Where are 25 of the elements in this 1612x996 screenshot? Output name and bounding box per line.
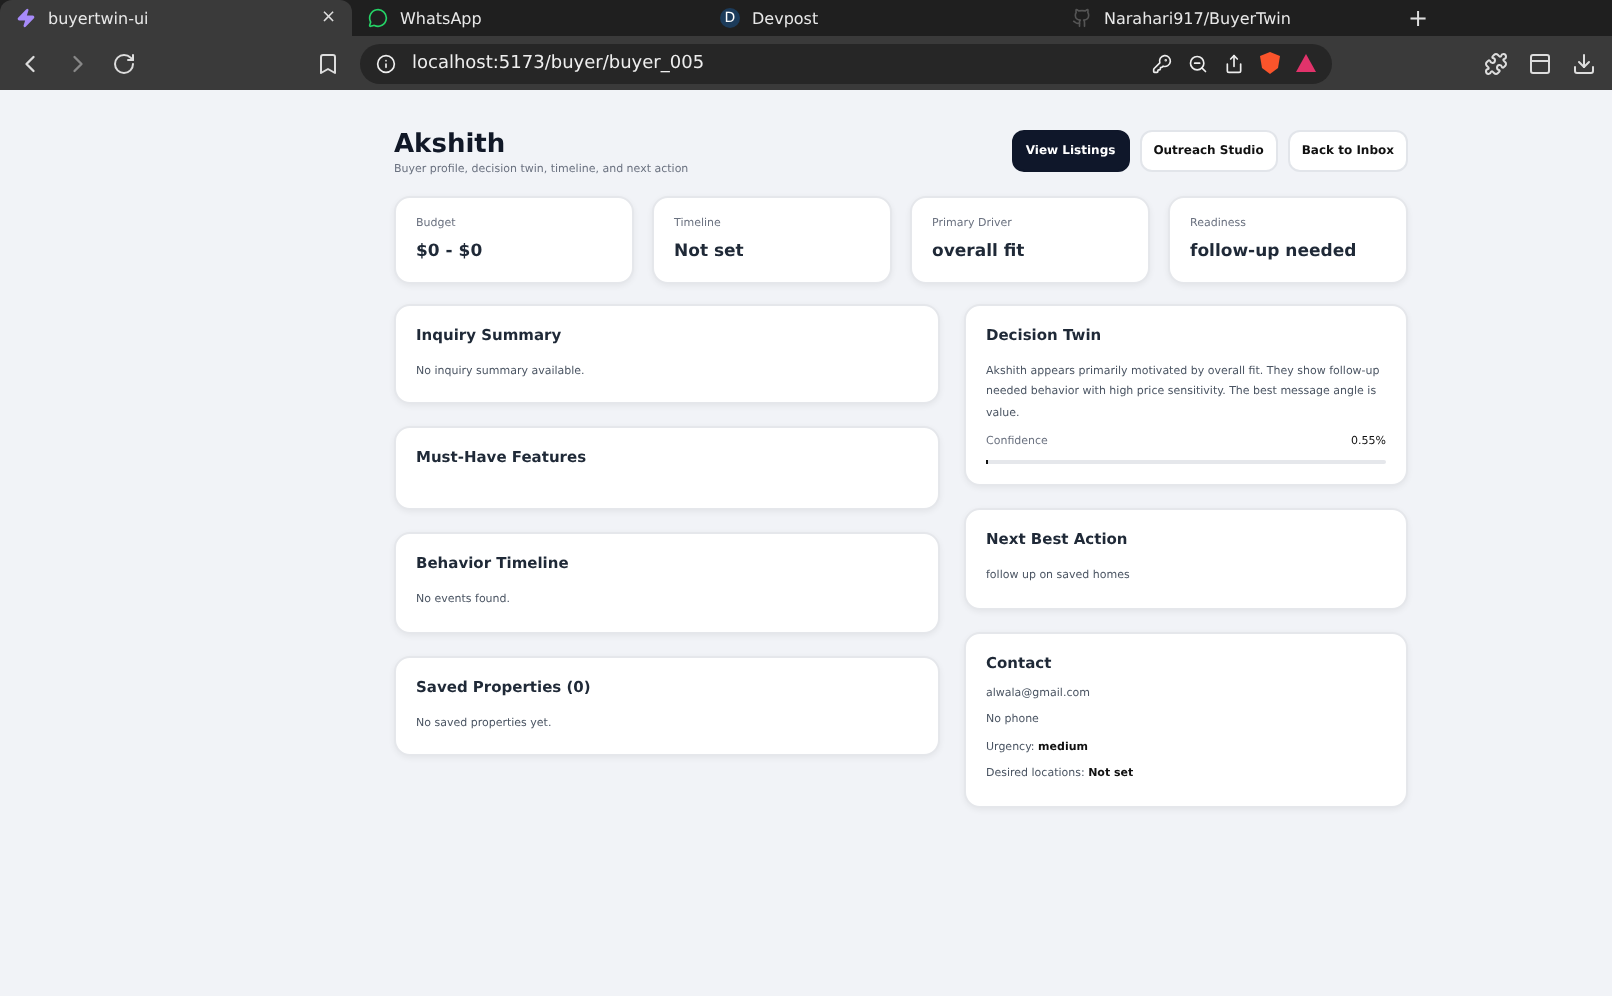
- triangle-icon[interactable]: [1296, 54, 1316, 72]
- browser-tab[interactable]: WhatsApp: [352, 0, 704, 36]
- stat-value: Not set: [674, 242, 746, 262]
- extensions-icon[interactable]: [1484, 51, 1508, 75]
- new-tab-button[interactable]: +: [1408, 4, 1429, 32]
- browser-tab[interactable]: buyertwin-ui ×: [0, 0, 352, 36]
- zoom-out-icon[interactable]: [1188, 53, 1208, 73]
- reload-icon[interactable]: [112, 51, 136, 75]
- bolt-icon: [16, 8, 36, 28]
- stat-value: overall fit: [932, 242, 1027, 262]
- share-icon[interactable]: [1224, 53, 1244, 73]
- stat-value: follow-up needed: [1190, 242, 1359, 262]
- buyer-name: Akshith: [394, 130, 508, 160]
- bookmark-icon[interactable]: [316, 51, 340, 75]
- stat-value: $0 - $0: [416, 242, 485, 262]
- shield-icon[interactable]: [1260, 52, 1280, 74]
- close-icon[interactable]: ×: [320, 8, 336, 28]
- address-bar[interactable]: localhost:5173/buyer/buyer_005: [360, 43, 1332, 83]
- key-icon[interactable]: [1152, 53, 1172, 73]
- github-icon: [1072, 8, 1092, 28]
- info-icon[interactable]: [376, 53, 396, 73]
- browser-tab[interactable]: Narahari917/BuyerTwin: [1056, 0, 1408, 36]
- download-icon[interactable]: [1572, 51, 1596, 75]
- chat-bubble-icon: [368, 8, 388, 28]
- panel-icon[interactable]: [1528, 51, 1552, 75]
